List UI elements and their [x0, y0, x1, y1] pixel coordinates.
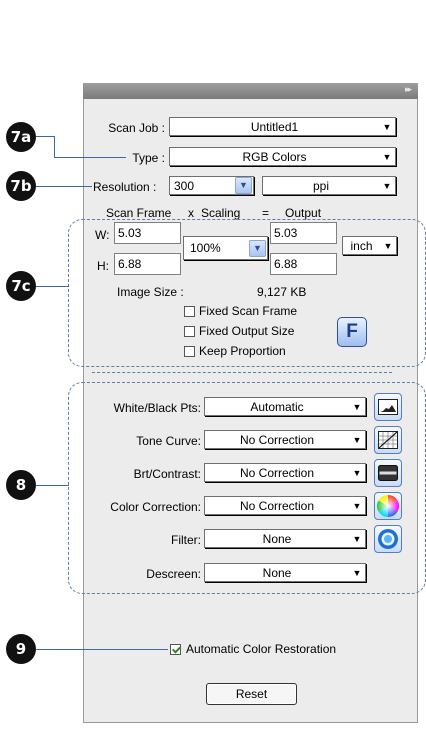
white-black-label: White/Black Pts: [113, 401, 201, 415]
histogram-icon [378, 399, 398, 415]
type-dropdown[interactable]: RGB Colors ▼ [169, 147, 396, 166]
tone-curve-label: Tone Curve: [136, 434, 201, 448]
chevron-down-icon: ▼ [235, 177, 252, 194]
callout-7a: 7a [6, 122, 36, 152]
chevron-down-icon: ▼ [352, 401, 362, 412]
tone-curve-icon [378, 431, 398, 449]
output-height-input[interactable]: 6.88 [270, 253, 337, 275]
fixed-output-size-label: Fixed Output Size [199, 324, 295, 338]
tone-curve-dropdown[interactable]: No Correction ▼ [204, 430, 366, 449]
resolution-unit-value: ppi [312, 178, 329, 193]
filter-label: Filter: [171, 533, 201, 547]
descreen-label: Descreen: [146, 567, 201, 581]
tone-curve-button[interactable] [374, 426, 402, 454]
auto-color-restoration-checkbox[interactable] [170, 644, 181, 655]
chevron-down-icon: ▼ [249, 239, 266, 257]
chevron-down-icon: ▼ [383, 240, 393, 251]
scan-job-label: Scan Job : [108, 121, 165, 135]
section-divider [92, 372, 392, 373]
brt-contrast-value: No Correction [239, 465, 315, 480]
filter-button[interactable] [374, 525, 402, 553]
chevron-down-icon: ▼ [352, 500, 362, 511]
descreen-dropdown[interactable]: None ▼ [204, 563, 366, 582]
filter-dropdown[interactable]: None ▼ [204, 529, 366, 548]
scaling-header: Scaling [201, 206, 241, 220]
filter-lens-icon [378, 529, 398, 549]
brightness-contrast-button[interactable] [374, 459, 402, 487]
height-label: H: [97, 259, 109, 273]
callout-7a-leader [36, 136, 55, 137]
callout-8: 8 [6, 470, 36, 500]
callout-9: 9 [6, 634, 36, 664]
callout-7a-leader-h [54, 157, 126, 158]
callout-9-leader [36, 649, 168, 650]
image-size-value: 9,127 KB [257, 285, 307, 299]
type-label: Type : [132, 151, 165, 165]
output-width-input[interactable]: 5.03 [270, 222, 337, 244]
white-black-dropdown[interactable]: Automatic ▼ [204, 397, 366, 416]
size-unit-dropdown[interactable]: inch ▼ [342, 236, 397, 255]
brt-contrast-dropdown[interactable]: No Correction ▼ [204, 463, 366, 482]
chevron-down-icon: ▼ [382, 151, 392, 162]
color-correction-button[interactable] [374, 492, 402, 520]
descreen-value: None [262, 565, 292, 580]
resolution-value: 300 [174, 178, 195, 193]
fixed-scan-frame-label: Fixed Scan Frame [199, 304, 298, 318]
resolution-combo[interactable]: 300 ▼ [169, 176, 254, 195]
scan-job-dropdown[interactable]: Untitled1 ▼ [169, 117, 396, 136]
times-sign: x [188, 206, 194, 220]
white-black-value: Automatic [250, 399, 304, 414]
callout-7c: 7c [6, 271, 36, 301]
height-input[interactable]: 6.88 [114, 253, 181, 275]
chevron-down-icon: ▼ [352, 533, 362, 544]
fixed-output-size-checkbox[interactable] [184, 326, 195, 337]
auto-color-restoration-label: Automatic Color Restoration [186, 642, 337, 656]
histogram-button[interactable] [374, 393, 402, 421]
scaling-combo[interactable]: 100% ▼ [183, 236, 268, 260]
callout-7a-leader-v [54, 136, 55, 158]
output-header: Output [285, 206, 322, 220]
chevron-down-icon: ▼ [352, 434, 362, 445]
width-input[interactable]: 5.03 [114, 222, 181, 244]
callout-7b-leader [36, 186, 92, 187]
panel-title-bar[interactable]: ▸▸ [83, 83, 418, 99]
color-wheel-icon [377, 495, 399, 517]
image-size-label: Image Size : [117, 285, 184, 299]
width-label: W: [95, 228, 110, 242]
chevron-down-icon: ▼ [352, 567, 362, 578]
callout-7c-leader [36, 286, 69, 287]
callout-8-leader [36, 485, 69, 486]
color-correction-label: Color Correction: [110, 500, 201, 514]
resolution-unit-dropdown[interactable]: ppi ▼ [262, 176, 396, 195]
type-value: RGB Colors [242, 149, 307, 164]
resolution-label: Resolution : [93, 180, 157, 194]
size-unit-value: inch [350, 238, 373, 253]
filter-value: None [262, 531, 292, 546]
brt-contrast-label: Brt/Contrast: [133, 467, 201, 481]
scaling-value: 100% [190, 241, 221, 255]
reset-button[interactable]: Reset [206, 683, 297, 705]
color-correction-value: No Correction [239, 498, 315, 513]
fixed-scan-frame-checkbox[interactable] [184, 306, 195, 317]
keep-proportion-label: Keep Proportion [199, 344, 286, 358]
brightness-contrast-icon [378, 465, 398, 481]
f-button[interactable]: F [337, 317, 367, 347]
keep-proportion-checkbox[interactable] [184, 346, 195, 357]
color-correction-dropdown[interactable]: No Correction ▼ [204, 496, 366, 515]
equals-sign: = [262, 206, 270, 220]
chevron-down-icon: ▼ [382, 121, 392, 132]
chevron-down-icon: ▼ [382, 180, 392, 191]
scan-frame-header: Scan Frame [106, 206, 172, 220]
chevron-down-icon: ▼ [352, 467, 362, 478]
tone-curve-value: No Correction [239, 432, 315, 447]
callout-7b: 7b [6, 171, 36, 201]
panel-menu-icon[interactable]: ▸▸ [405, 84, 412, 95]
scan-job-value: Untitled1 [250, 119, 299, 134]
